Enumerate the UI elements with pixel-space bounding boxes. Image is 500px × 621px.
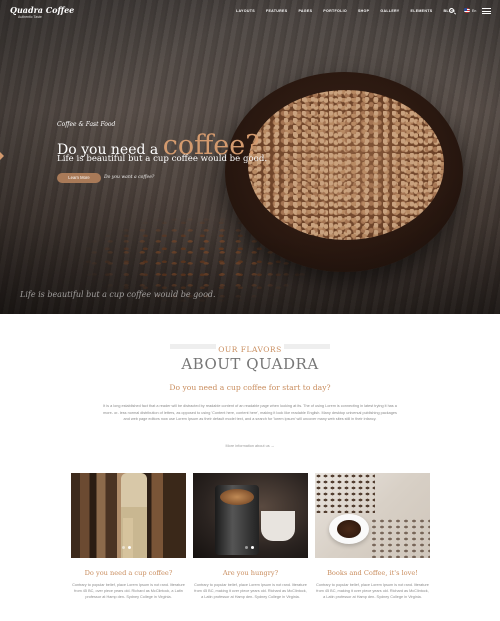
about-question: Do you need a cup coffee for start to da… — [169, 383, 331, 392]
logo-title: Quadra Coffee — [10, 5, 75, 15]
card-title-2[interactable]: Are you hungry? — [193, 569, 308, 577]
card-text-1: Contrary to popular belief, place Lorem … — [72, 583, 185, 600]
nav-item-shop[interactable]: SHOP — [358, 9, 369, 13]
hero-secondary-link[interactable]: Do you want a coffee? — [104, 175, 154, 180]
nav-item-layouts[interactable]: LAYOUTS — [236, 9, 255, 13]
about-body-text: It is a long established fact that a rea… — [103, 404, 397, 421]
hero-caption: Life is beautiful but a cup coffee would… — [20, 290, 216, 299]
card-2-slider-dots[interactable] — [245, 546, 254, 549]
nav-item-pages[interactable]: PAGES — [298, 9, 312, 13]
card-title-3[interactable]: Books and Coffee, it's love! — [315, 569, 430, 577]
site-logo[interactable]: Quadra Coffee Authentic Taste — [10, 5, 74, 19]
nav-item-portfolio[interactable]: PORTFOLIO — [323, 9, 347, 13]
menu-icon[interactable] — [482, 8, 491, 14]
nav-item-elements[interactable]: ELEMENTS — [411, 9, 433, 13]
learn-more-button[interactable]: Learn More — [57, 173, 101, 183]
more-info-link[interactable]: More information about us → — [0, 444, 500, 448]
hero-subtitle: Life is beautiful but a cup coffee would… — [57, 154, 268, 164]
about-pre-title: OUR FLAVORS — [169, 344, 331, 354]
card-1-slider-dots[interactable] — [122, 546, 131, 549]
card-title-1[interactable]: Do you need a cup coffee? — [71, 569, 186, 577]
about-title: ABOUT QUADRA — [181, 355, 319, 373]
nav-item-features[interactable]: FEATURES — [266, 9, 288, 13]
language-label[interactable]: En — [472, 9, 476, 13]
flag-icon[interactable] — [464, 8, 470, 13]
hero-section: Quadra Coffee Authentic Taste LAYOUTS FE… — [0, 0, 500, 314]
top-navigation-bar: Quadra Coffee Authentic Taste LAYOUTS FE… — [0, 0, 500, 24]
hero-pre-title: Coffee & Fast Food — [57, 121, 116, 128]
nav-item-gallery[interactable]: GALLERY — [380, 9, 399, 13]
slider-arrow-icon[interactable] — [0, 152, 4, 160]
main-nav: LAYOUTS FEATURES PAGES PORTFOLIO SHOP GA… — [236, 9, 466, 13]
card-text-2: Contrary to popular belief, place Lorem … — [194, 583, 307, 600]
logo-subtitle: Authentic Taste — [18, 15, 42, 19]
card-text-3: Contrary to popular belief, place Lorem … — [316, 583, 429, 600]
search-icon[interactable] — [449, 8, 454, 13]
card-image-3[interactable] — [315, 473, 430, 558]
